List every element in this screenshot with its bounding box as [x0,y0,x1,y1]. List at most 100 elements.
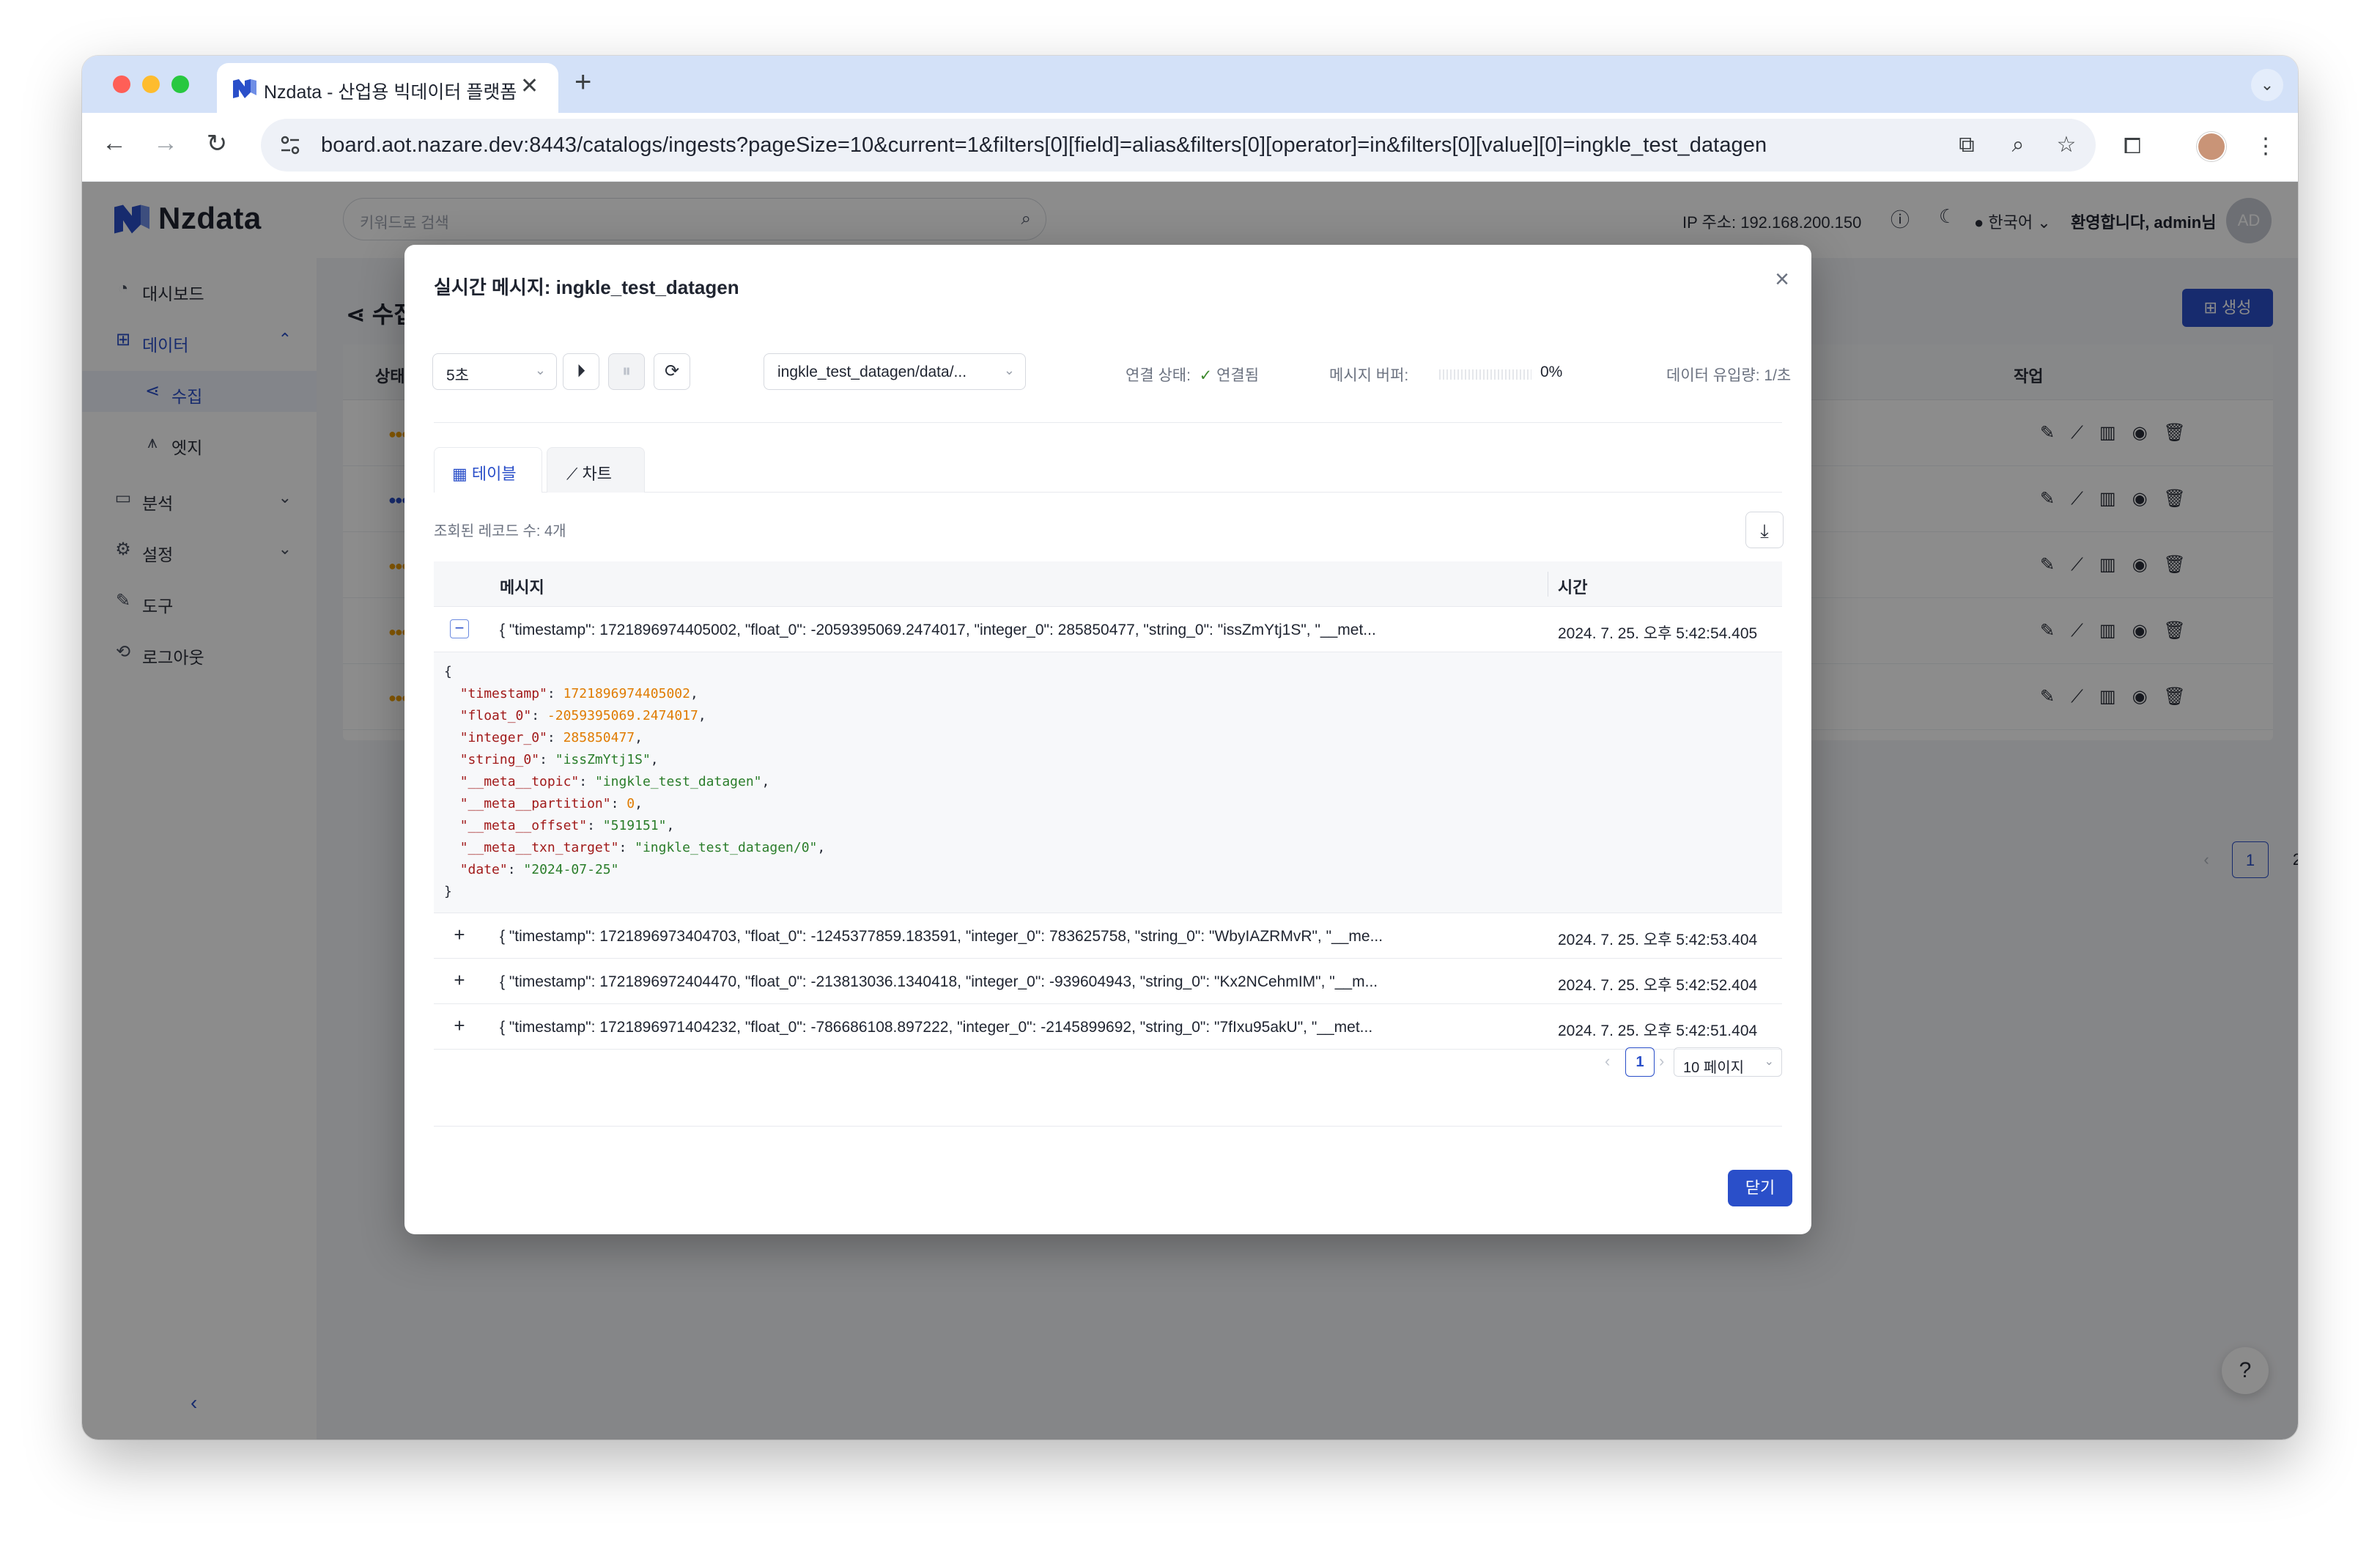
json-punct [444,818,460,833]
tab-table[interactable]: ▦ 테이블 [434,447,542,493]
row-time: 2024. 7. 25. 오후 5:42:54.405 [1558,625,1758,642]
next-page-icon[interactable]: › [1659,1052,1664,1071]
pause-icon: ⏸ [622,361,631,381]
json-punct [444,730,460,745]
json-value: 1721896974405002 [563,686,690,701]
pause-button[interactable]: ⏸ [608,353,645,390]
row-message: { "timestamp": 1721896973404703, "float_… [500,928,1383,945]
row-message: { "timestamp": 1721896972404470, "float_… [500,973,1378,990]
table-row[interactable]: − { "timestamp": 1721896974405002, "floa… [434,607,1782,652]
json-line: } [444,881,1782,903]
modal-title: 실시간 메시지: ingkle_test_datagen [434,276,739,298]
buffer-progress [1439,369,1531,380]
column-message: 메시지 [500,578,544,597]
refresh-button[interactable]: ⟳ [654,353,690,390]
close-button[interactable]: 닫기 [1728,1170,1792,1206]
row-time: 2024. 7. 25. 오후 5:42:52.404 [1558,977,1758,994]
json-punct [444,796,460,811]
play-button[interactable]: ⏵ [563,353,599,390]
prev-page-icon[interactable]: ‹ [1605,1052,1610,1071]
modal-pagination: ‹ 1 › 10 페이지 ⌄ [771,1047,1782,1077]
table-row[interactable]: + { "timestamp": 1721896972404470, "floa… [434,959,1782,1004]
buffer-label: 메시지 버퍼: [1329,367,1409,384]
profile-avatar[interactable] [2197,132,2226,161]
json-punct: , [635,730,643,745]
browser-tab[interactable]: Nzdata - 산업용 빅데이터 플랫폼 ✕ [217,63,558,113]
json-punct: : [618,840,635,855]
json-key: "__meta__offset" [459,818,588,833]
url-text: board.aot.nazare.dev:8443/catalogs/inges… [321,133,1767,157]
json-key: "date" [459,862,508,877]
collapse-row-icon[interactable]: − [450,619,469,638]
json-line: "integer_0": 285850477, [444,727,1782,749]
interval-value: 5초 [446,367,469,384]
check-circle-icon: ✓ [1194,367,1213,384]
table-icon: ▦ [452,465,468,483]
json-key: "__meta__txn_target" [459,840,619,855]
new-tab-button[interactable]: + [574,66,591,99]
expand-row-icon[interactable]: + [450,1016,469,1036]
close-window-icon[interactable] [113,75,130,93]
tab-search-chevron-icon[interactable]: ⌄ [2251,69,2283,101]
chevron-down-icon: ⌄ [1003,363,1015,377]
back-arrow-icon[interactable]: ← [98,129,130,158]
json-line: "timestamp": 1721896974405002, [444,683,1782,705]
column-time: 시간 [1558,578,1588,597]
json-punct [444,774,460,789]
json-value: "issZmYtj1S" [555,752,651,767]
json-line: "__meta__topic": "ingkle_test_datagen", [444,771,1782,793]
json-punct [444,752,460,767]
translate-icon[interactable]: ⧉ [1951,129,1983,161]
json-line: "string_0": "issZmYtj1S", [444,749,1782,771]
json-punct: , [698,708,706,723]
forward-arrow-icon[interactable]: → [149,129,182,158]
chevron-down-icon: ⌄ [1764,1055,1774,1068]
row-message: { "timestamp": 1721896974405002, "float_… [500,622,1376,638]
site-settings-icon[interactable] [277,132,303,158]
json-punct: : [507,862,524,877]
minimize-window-icon[interactable] [142,75,160,93]
page-size-select[interactable]: 10 페이지 ⌄ [1674,1047,1782,1077]
json-punct [444,686,460,701]
connection-label: 연결 상태: [1126,367,1191,384]
json-punct: , [666,818,675,833]
expand-row-icon[interactable]: + [450,925,469,945]
topic-value: ingkle_test_datagen/data/... [777,364,967,380]
reload-icon[interactable]: ↻ [201,129,233,158]
interval-select[interactable]: 5초 ⌄ [432,353,557,390]
expand-row-icon[interactable]: + [450,970,469,990]
json-key: "string_0" [459,752,540,767]
row-time: 2024. 7. 25. 오후 5:42:51.404 [1558,1022,1758,1039]
tab-close-icon[interactable]: ✕ [520,73,539,99]
tab-chart[interactable]: ⟋ 차트 [547,447,645,493]
connection-value: 연결됨 [1216,367,1260,384]
json-punct: , [817,840,826,855]
json-punct: : [587,818,603,833]
json-punct: : [547,730,563,745]
topic-select[interactable]: ingkle_test_datagen/data/... ⌄ [764,353,1026,390]
zoom-icon[interactable]: ⌕ [2002,129,2034,161]
json-value: 285850477 [563,730,635,745]
page-1-button[interactable]: 1 [1625,1047,1655,1077]
table-row[interactable]: + { "timestamp": 1721896973404703, "floa… [434,913,1782,959]
download-button[interactable]: ⤓ [1745,512,1784,548]
bookmark-star-icon[interactable]: ☆ [2050,129,2082,161]
address-bar[interactable]: board.aot.nazare.dev:8443/catalogs/inges… [261,119,2096,172]
maximize-window-icon[interactable] [171,75,189,93]
json-punct: , [650,752,659,767]
tab-strip: Nzdata - 산업용 빅데이터 플랫폼 ✕ + ⌄ [82,56,2298,113]
close-icon[interactable]: × [1775,265,1789,294]
row-time: 2024. 7. 25. 오후 5:42:53.404 [1558,932,1758,948]
json-punct: } [444,884,452,899]
table-row[interactable]: + { "timestamp": 1721896971404232, "floa… [434,1004,1782,1050]
json-line: "date": "2024-07-25" [444,859,1782,881]
json-key: "__meta__topic" [459,774,580,789]
download-icon: ⤓ [1760,520,1769,542]
extensions-icon[interactable]: ⧠ [2116,130,2148,163]
json-value: "519151" [602,818,667,833]
play-icon: ⏵ [577,361,585,381]
row-message: { "timestamp": 1721896971404232, "float_… [500,1019,1373,1036]
browser-menu-icon[interactable]: ⋮ [2250,130,2282,163]
json-line: "__meta__txn_target": "ingkle_test_datag… [444,837,1782,859]
nzdata-logo-icon [233,79,256,98]
